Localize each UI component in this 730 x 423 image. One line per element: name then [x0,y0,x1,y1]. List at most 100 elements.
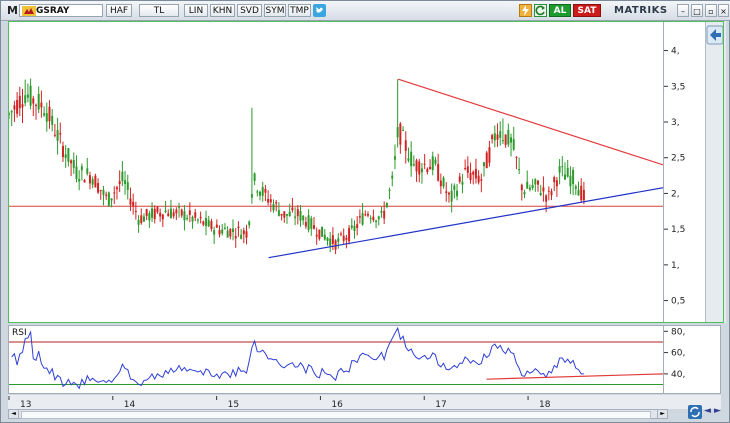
candle-body [48,106,51,122]
candle-body [248,221,251,226]
candle-body [132,201,135,207]
candle-body [134,211,137,213]
sync-icon[interactable] [688,404,702,419]
candle-body [40,102,43,108]
nav-left-icon[interactable]: ◄ [704,406,712,416]
candle-body [388,189,391,191]
candle-body [412,164,415,166]
lin-button[interactable]: LIN [184,4,208,17]
buy-button[interactable]: AL [549,4,571,17]
candle-body [164,210,167,213]
candle-body [550,191,553,196]
sym-button[interactable]: SYM [264,4,286,17]
candle-body [423,163,426,165]
tmp-button[interactable]: TMP [288,4,311,17]
candle-body [221,229,224,234]
candle-body [213,230,216,235]
candle-body [569,175,572,187]
candle-body [366,213,369,216]
candle-body [45,113,48,122]
candle-body [429,166,432,170]
candle-body [312,225,315,229]
price-axis-svg: 4, 3,5 3, 2,5 2, 1,5 1, 0,5 [664,47,685,307]
candle-body [94,175,97,188]
restore-icon[interactable]: □ [691,4,703,17]
trendline[interactable] [398,78,664,166]
candle-body [477,175,480,183]
candle-body [334,240,337,250]
rsi-trendline[interactable] [486,373,664,380]
candle-body [369,218,372,220]
candle-body [291,207,294,211]
khn-button[interactable]: KHN [210,4,235,17]
back-arrow-icon[interactable] [706,24,724,46]
rsi-label: RSI [12,328,27,338]
candle-body [528,187,531,190]
candle-body [464,168,467,170]
candle-body [466,166,469,173]
candle-body [188,210,191,216]
candle-body [555,180,558,187]
nav-right-icon[interactable]: ► [714,406,722,416]
candle-body [361,213,364,225]
haf-button[interactable]: HAF [106,4,132,17]
candle-body [383,210,386,219]
candle-body [269,199,272,203]
candle-body [253,173,256,181]
candle-body [474,168,477,179]
candle-body [191,216,194,222]
candle-body [523,192,526,195]
scroll-thumb[interactable] [21,411,651,419]
candle-body [288,211,291,216]
candle-body [26,94,29,98]
scroll-left-icon[interactable]: ◄ [9,410,19,418]
close-icon[interactable]: × [718,4,729,17]
candle-body [180,209,183,216]
candle-body [186,217,189,220]
sell-button[interactable]: SAT [573,4,601,17]
candle-body [105,194,108,196]
symbol-field[interactable]: GSRAY [19,4,103,17]
candle-body [410,151,413,167]
svd-button[interactable]: SVD [237,4,262,17]
candle-body [402,129,405,131]
candle-body [315,234,318,237]
candle-body [396,127,399,138]
rsi-tick-label: 80, [671,327,685,337]
candle-body [539,192,542,195]
price-tick-label: 0,5 [671,297,685,307]
refresh-icon[interactable] [534,4,547,17]
time-axis-svg: 13 14 15 16 17 18 [8,396,551,410]
maximize-icon[interactable]: ▫ [705,4,717,17]
currency-button[interactable]: TL [139,4,179,17]
price-chart[interactable] [8,21,664,323]
candle-body [99,189,102,192]
rsi-chart-svg: RSI [9,326,664,390]
candle-body [32,98,35,104]
candle-body [547,190,550,192]
candle-body [10,110,13,113]
horizontal-scrollbar[interactable]: ◄ ► [8,409,668,419]
rsi-chart[interactable]: RSI [8,325,664,394]
minimize-icon[interactable]: – [677,4,689,17]
chart-window: M GSRAY HAF TL LIN KHN SVD SYM TMP AL SA… [0,0,730,423]
candle-body [574,186,577,190]
scroll-right-icon[interactable]: ► [657,410,667,418]
candle-body [469,172,472,181]
candle-body [515,156,518,158]
candle-body [169,208,172,219]
lightning-icon[interactable] [519,4,532,17]
price-tick-label: 4, [671,47,680,57]
candle-body [88,175,91,184]
rsi-axis-svg: 80, 60, 40, [664,327,685,380]
candle-body [167,213,170,217]
candle-body [553,177,556,183]
candle-body [118,181,121,185]
twitter-icon[interactable] [313,4,326,17]
rsi-tick-label: 40, [671,370,685,380]
candle-body [442,177,445,187]
symbol-text: GSRAY [36,6,70,16]
trendline[interactable] [268,187,664,259]
candle-body [342,235,345,241]
candle-body [461,181,464,185]
